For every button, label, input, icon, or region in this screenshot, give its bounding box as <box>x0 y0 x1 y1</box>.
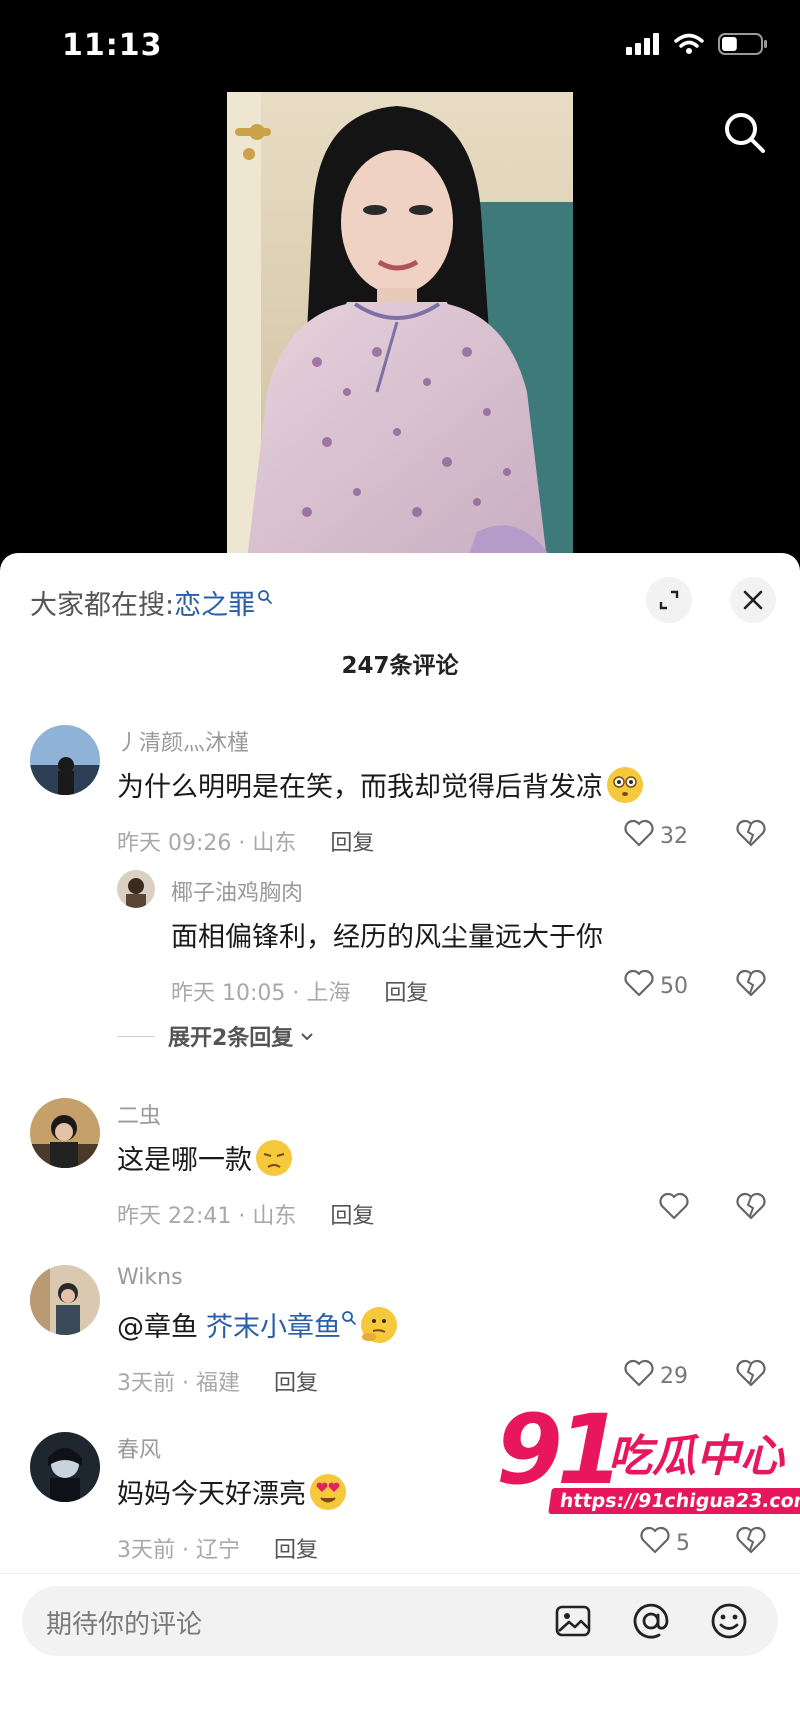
comment-text-body: 为什么明明是在笑，而我却觉得后背发凉 <box>117 772 603 803</box>
annoyed-face-icon <box>256 1139 292 1176</box>
comment-text: 妈妈今天好漂亮 <box>117 1472 346 1511</box>
status-icons <box>626 32 768 60</box>
comment-text: 为什么明明是在笑，而我却觉得后背发凉 <box>117 765 643 804</box>
comment-time: 3天前 · 辽宁 <box>117 1538 240 1563</box>
comment-input-placeholder: 期待你的评论 <box>46 1610 203 1640</box>
mention[interactable]: @章鱼 <box>117 1305 198 1344</box>
comment-time: 昨天 09:26 · 山东 <box>117 831 297 856</box>
watermark-logo: 91 吃瓜中心 https://91chigua23.com <box>496 1394 800 1530</box>
comment-text: @章鱼 芥末小章鱼 <box>117 1305 397 1344</box>
dislike-button[interactable] <box>736 1192 766 1224</box>
comment-username[interactable]: 春风 <box>117 1432 161 1464</box>
video-frame[interactable] <box>227 92 573 560</box>
broken-heart-icon <box>736 1359 766 1387</box>
close-icon[interactable] <box>730 577 776 623</box>
reply-meta: 昨天 10:05 · 上海 回复 <box>171 975 428 1007</box>
status-time: 11:13 <box>62 28 163 63</box>
search-small-icon <box>257 581 273 612</box>
broken-heart-icon <box>736 1526 766 1554</box>
expand-icon[interactable] <box>646 577 692 623</box>
image-icon[interactable] <box>552 1600 594 1642</box>
comment-input-bar: 期待你的评论 <box>0 1573 800 1731</box>
comment-username[interactable]: 二虫 <box>117 1098 161 1130</box>
like-button[interactable]: 29 <box>624 1359 688 1393</box>
reply-time: 昨天 10:05 · 上海 <box>171 981 351 1006</box>
watermark-name: 吃瓜中心 <box>608 1431 784 1482</box>
comment-sheet: 大家都在搜: 恋之罪 247条评论 丿清颜灬沐槿 为什么明明是在笑，而我却觉得后… <box>0 553 800 1731</box>
emoji-icon[interactable] <box>708 1600 750 1642</box>
thinking-face-icon <box>361 1306 397 1343</box>
broken-heart-icon <box>736 1192 766 1220</box>
like-button[interactable]: 5 <box>640 1526 690 1560</box>
comment-text: 这是哪一款 <box>117 1138 292 1177</box>
reply-button[interactable]: 回复 <box>330 1198 374 1230</box>
like-count: 29 <box>660 1363 688 1389</box>
like-button[interactable]: 50 <box>624 969 688 1003</box>
comment-meta: 3天前 · 辽宁 回复 <box>117 1532 318 1564</box>
comment-count: 247条评论 <box>341 653 459 679</box>
reply-button[interactable]: 回复 <box>384 975 428 1007</box>
cellular-signal-icon <box>626 33 660 59</box>
dislike-button[interactable] <box>736 1359 766 1391</box>
search-icon[interactable] <box>720 108 770 158</box>
heart-icon <box>624 969 654 1003</box>
avatar[interactable] <box>117 870 155 908</box>
comment-meta: 3天前 · 福建 回复 <box>117 1365 318 1397</box>
flushed-face-icon <box>607 766 643 803</box>
avatar[interactable] <box>30 725 100 795</box>
comment-username[interactable]: Wikns <box>117 1265 183 1290</box>
comment-text-body: 这是哪一款 <box>117 1145 252 1176</box>
at-icon[interactable] <box>630 1600 672 1642</box>
expand-replies-label: 展开2条回复 <box>168 1026 294 1051</box>
expand-replies-button[interactable]: 展开2条回复 <box>118 1020 315 1052</box>
reply-text: 面相偏锋利，经历的风尘量远大于你 <box>171 922 603 953</box>
like-button[interactable] <box>659 1192 695 1226</box>
watermark-url: https://91chigua23.com <box>548 1488 800 1514</box>
search-link[interactable]: 芥末小章鱼 <box>206 1305 341 1344</box>
avatar[interactable] <box>30 1432 100 1502</box>
search-small-icon <box>341 1302 357 1333</box>
heart-icon <box>640 1526 670 1560</box>
comment-time: 3天前 · 福建 <box>117 1371 240 1396</box>
like-count: 32 <box>660 823 688 849</box>
like-button[interactable]: 32 <box>624 819 688 853</box>
reply-button[interactable]: 回复 <box>274 1365 318 1397</box>
heart-icon <box>624 1359 654 1393</box>
reply-username[interactable]: 椰子油鸡胸肉 <box>171 875 303 907</box>
comment-input[interactable]: 期待你的评论 <box>22 1586 778 1656</box>
heart-icon <box>659 1192 689 1226</box>
dislike-button[interactable] <box>736 1526 766 1558</box>
reply-button[interactable]: 回复 <box>274 1532 318 1564</box>
heart-icon <box>624 819 654 853</box>
comment-time: 昨天 22:41 · 山东 <box>117 1204 297 1229</box>
broken-heart-icon <box>736 969 766 997</box>
comment-username[interactable]: 丿清颜灬沐槿 <box>117 725 249 757</box>
reply-button[interactable]: 回复 <box>330 825 374 857</box>
sheet-header: 大家都在搜: 恋之罪 <box>0 553 800 643</box>
hot-search-prefix: 大家都在搜: <box>30 590 175 621</box>
hot-search-keyword[interactable]: 恋之罪 <box>174 583 255 622</box>
like-count: 5 <box>676 1530 690 1556</box>
battery-icon <box>718 32 768 60</box>
dislike-button[interactable] <box>736 819 766 851</box>
comment-text-body: 妈妈今天好漂亮 <box>117 1479 306 1510</box>
comment-meta: 昨天 09:26 · 山东 回复 <box>117 825 374 857</box>
like-count: 50 <box>660 973 688 999</box>
status-bar: 11:13 <box>0 0 800 90</box>
broken-heart-icon <box>736 819 766 847</box>
divider-line <box>118 1035 154 1037</box>
hot-search[interactable]: 大家都在搜: 恋之罪 <box>30 583 273 622</box>
dislike-button[interactable] <box>736 969 766 1001</box>
wifi-icon <box>674 33 704 59</box>
comment-meta: 昨天 22:41 · 山东 回复 <box>117 1198 374 1230</box>
heart-eyes-face-icon <box>310 1473 346 1510</box>
chevron-down-icon <box>299 1024 315 1049</box>
avatar[interactable] <box>30 1098 100 1168</box>
avatar[interactable] <box>30 1265 100 1335</box>
